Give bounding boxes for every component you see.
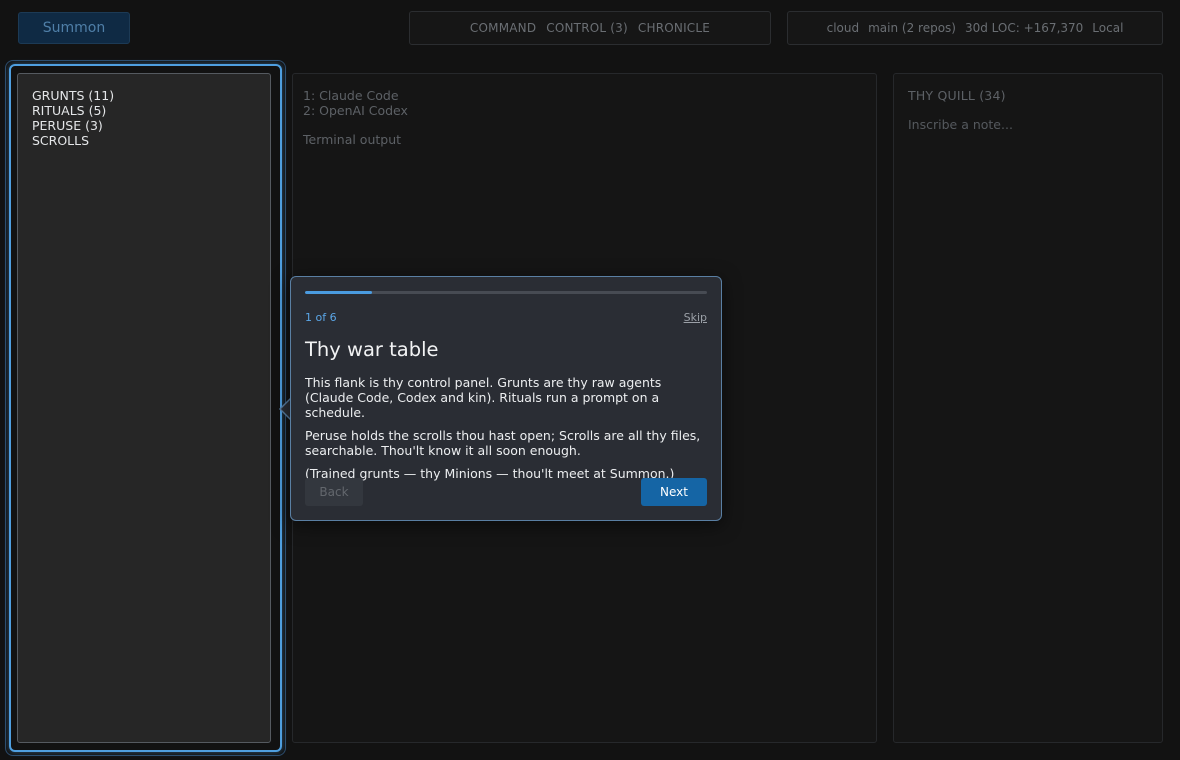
status-location[interactable]: Local bbox=[1092, 21, 1123, 35]
terminal-output[interactable]: Terminal output bbox=[303, 132, 866, 147]
agent-tab-openai-codex[interactable]: 2: OpenAI Codex bbox=[303, 103, 866, 118]
status-branch[interactable]: main (2 repos) bbox=[868, 21, 956, 35]
top-nav: COMMAND CONTROL (3) CHRONICLE bbox=[409, 11, 771, 45]
next-button[interactable]: Next bbox=[641, 478, 707, 506]
tour-title: Thy war table bbox=[305, 338, 439, 361]
sidebar-item-scrolls[interactable]: SCROLLS bbox=[32, 133, 256, 148]
control-panel: GRUNTS (11) RITUALS (5) PERUSE (3) SCROL… bbox=[17, 73, 271, 743]
status-bar: cloud main (2 repos) 30d LOC: +167,370 L… bbox=[787, 11, 1163, 45]
tour-progress-bar bbox=[305, 291, 707, 294]
skip-link[interactable]: Skip bbox=[684, 311, 707, 324]
note-input[interactable] bbox=[908, 117, 1148, 132]
tour-body: This flank is thy control panel. Grunts … bbox=[305, 375, 707, 481]
status-loc: 30d LOC: +167,370 bbox=[964, 21, 1084, 35]
quill-title: THY QUILL (34) bbox=[908, 88, 1006, 103]
agent-tab-claude-code[interactable]: 1: Claude Code bbox=[303, 88, 866, 103]
sidebar-item-grunts[interactable]: GRUNTS (11) bbox=[32, 88, 256, 103]
nav-control[interactable]: CONTROL (3) bbox=[546, 21, 628, 35]
sidebar-item-rituals[interactable]: RITUALS (5) bbox=[32, 103, 256, 118]
sidebar-item-peruse[interactable]: PERUSE (3) bbox=[32, 118, 256, 133]
status-mode[interactable]: cloud bbox=[827, 21, 860, 35]
app-window: Summon COMMAND CONTROL (3) CHRONICLE clo… bbox=[0, 0, 1180, 760]
nav-command[interactable]: COMMAND bbox=[470, 21, 536, 35]
summon-button[interactable]: Summon bbox=[18, 12, 130, 44]
onboarding-popover: 1 of 6 Skip Thy war table This flank is … bbox=[290, 276, 722, 521]
nav-chronicle[interactable]: CHRONICLE bbox=[638, 21, 710, 35]
tour-paragraph: This flank is thy control panel. Grunts … bbox=[305, 375, 662, 420]
tour-paragraph: Peruse holds the scrolls thou hast open;… bbox=[305, 428, 701, 458]
quill-panel: THY QUILL (34) bbox=[893, 73, 1163, 743]
tour-progress-fill bbox=[305, 291, 372, 294]
tour-step-count: 1 of 6 bbox=[305, 311, 337, 324]
back-button[interactable]: Back bbox=[305, 478, 363, 506]
